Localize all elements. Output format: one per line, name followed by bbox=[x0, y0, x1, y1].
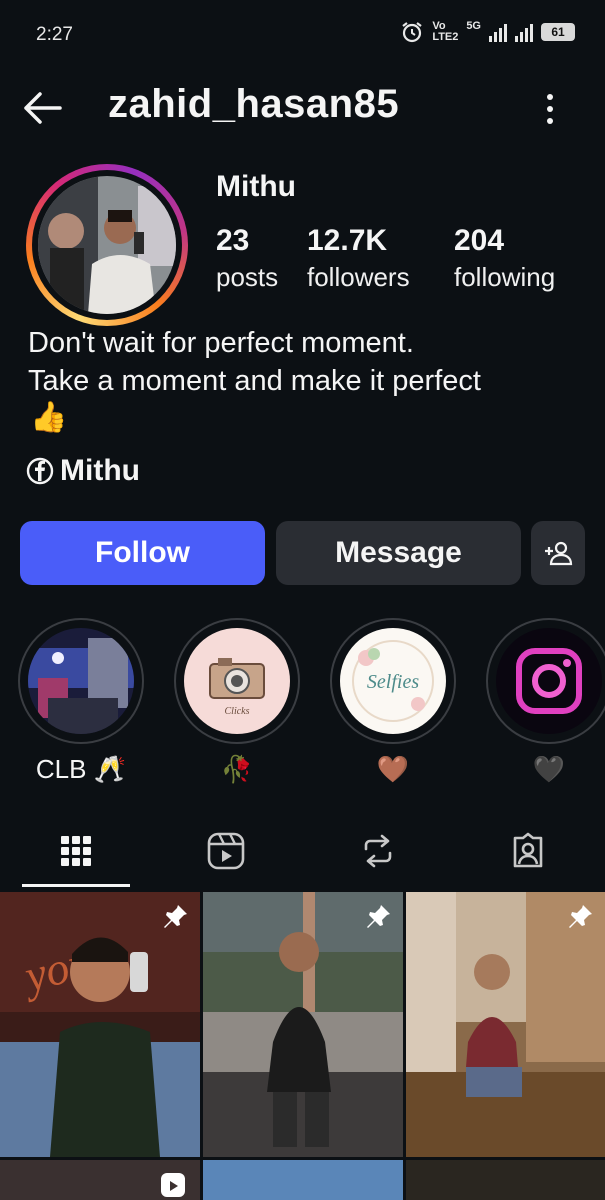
network-label: Vo LTE2 bbox=[432, 20, 459, 43]
signal-icon bbox=[489, 22, 507, 42]
person-add-icon bbox=[545, 541, 573, 566]
tab-reposts[interactable] bbox=[348, 826, 408, 876]
add-friend-button[interactable] bbox=[531, 521, 585, 585]
bio-line-2: Take a moment and make it perfect bbox=[28, 365, 481, 397]
reels-icon bbox=[161, 1173, 185, 1197]
highlight-selfies[interactable]: Selfies 🤎 bbox=[330, 618, 456, 788]
tab-reels[interactable] bbox=[196, 826, 256, 876]
facebook-icon bbox=[26, 457, 54, 485]
stat-following-label: following bbox=[454, 262, 556, 292]
bio-emoji: 👍 bbox=[30, 401, 68, 434]
highlight-instagram-cover bbox=[496, 628, 602, 734]
network-type: 5G bbox=[466, 20, 481, 32]
pinned-icon bbox=[569, 905, 592, 928]
profile-username: zahid_hasan85 bbox=[108, 82, 400, 126]
clicks-text: Clicks bbox=[225, 706, 250, 717]
more-options-button[interactable] bbox=[536, 92, 564, 126]
facebook-link-label: Mithu bbox=[60, 454, 140, 487]
highlight-clb-cover bbox=[28, 628, 134, 734]
highlight-clicks[interactable]: Clicks 🥀 bbox=[174, 618, 300, 788]
highlight-clb[interactable]: CLB 🥂 bbox=[18, 618, 144, 788]
profile-bio: Don't wait for perfect moment. Take a mo… bbox=[28, 324, 588, 400]
message-button[interactable]: Message bbox=[276, 521, 521, 585]
stat-posts-label: posts bbox=[216, 262, 279, 292]
grid-post-1[interactable]: you bbox=[0, 892, 200, 1157]
selfies-text: Selfies bbox=[367, 671, 419, 693]
tab-posts[interactable] bbox=[46, 826, 106, 876]
battery-level: 61 bbox=[551, 25, 565, 39]
reposts-icon bbox=[364, 834, 392, 868]
pinned-icon bbox=[164, 905, 187, 928]
highlight-instagram[interactable]: 🖤 bbox=[486, 618, 605, 788]
status-time: 2:27 bbox=[36, 24, 73, 45]
arrow-left-icon bbox=[24, 92, 62, 124]
stat-followers-value: 12.7K bbox=[307, 224, 388, 257]
grid-post-3[interactable] bbox=[406, 892, 605, 1157]
back-button[interactable] bbox=[20, 88, 64, 128]
pinned-icon bbox=[367, 905, 390, 928]
highlight-selfies-label: 🤎 bbox=[376, 754, 410, 784]
stat-posts[interactable]: 23 posts bbox=[216, 224, 278, 293]
grid-post-2[interactable] bbox=[203, 892, 403, 1157]
message-button-label: Message bbox=[335, 536, 462, 569]
follow-button[interactable]: Follow bbox=[20, 521, 265, 585]
grid-post-6[interactable] bbox=[406, 1160, 605, 1200]
stat-following[interactable]: 204 following bbox=[454, 224, 555, 293]
tab-tagged[interactable] bbox=[498, 826, 558, 876]
bio-line-1: Don't wait for perfect moment. bbox=[28, 327, 414, 359]
alarm-icon bbox=[402, 22, 422, 43]
stat-posts-value: 23 bbox=[216, 224, 250, 257]
highlight-clb-label: CLB 🥂 bbox=[35, 754, 127, 784]
status-bar: 2:27 Vo LTE2 5G 61 bbox=[0, 0, 605, 70]
grid-post-5[interactable] bbox=[203, 1160, 403, 1200]
highlight-clicks-cover: Clicks bbox=[184, 628, 290, 734]
stat-followers[interactable]: 12.7K followers bbox=[307, 224, 410, 293]
stat-following-value: 204 bbox=[454, 224, 505, 257]
instagram-logo-icon bbox=[516, 648, 582, 714]
profile-display-name: Mithu bbox=[216, 170, 296, 203]
signal-icon-2 bbox=[515, 22, 533, 42]
stat-followers-label: followers bbox=[307, 262, 410, 292]
highlight-clicks-label: 🥀 bbox=[220, 754, 254, 784]
tagged-icon bbox=[513, 832, 543, 868]
grid-post-4[interactable] bbox=[0, 1160, 200, 1200]
battery-icon: 61 bbox=[541, 23, 575, 41]
grid-icon bbox=[61, 836, 91, 866]
active-tab-indicator bbox=[22, 884, 130, 887]
more-vertical-icon bbox=[547, 94, 553, 124]
avatar-photo bbox=[38, 176, 176, 314]
profile-avatar[interactable] bbox=[26, 164, 188, 326]
highlight-instagram-label: 🖤 bbox=[532, 754, 566, 784]
highlight-selfies-cover: Selfies bbox=[340, 628, 446, 734]
facebook-link[interactable]: Mithu bbox=[26, 454, 140, 488]
profile-tabs bbox=[0, 826, 605, 888]
reels-icon bbox=[207, 832, 245, 870]
follow-button-label: Follow bbox=[95, 536, 190, 569]
status-indicators: Vo LTE2 5G 61 bbox=[400, 20, 575, 44]
